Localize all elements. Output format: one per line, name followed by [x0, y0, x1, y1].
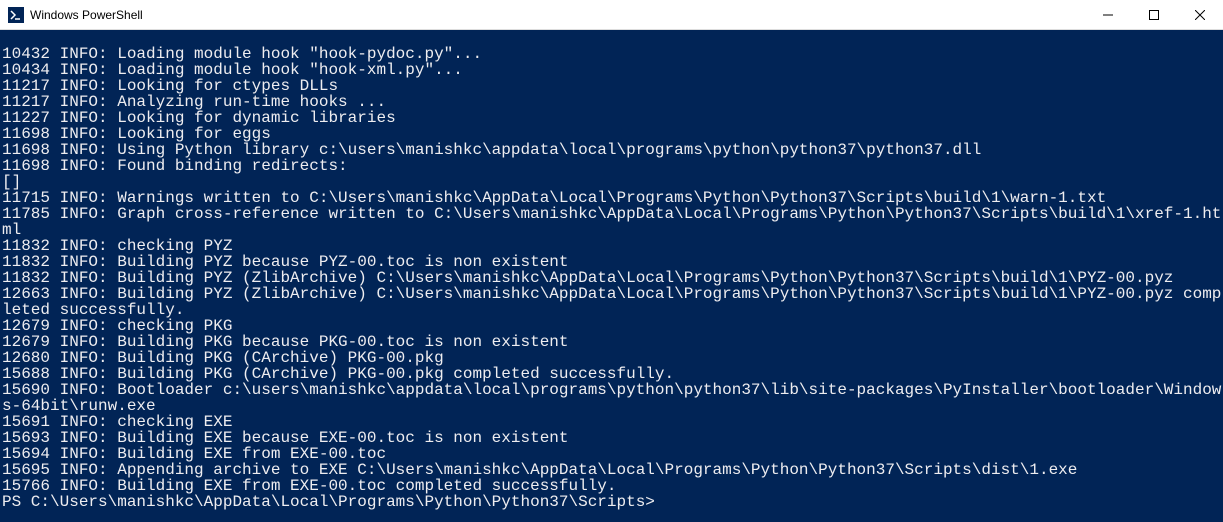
terminal-line: 11785 INFO: Graph cross-reference writte… [2, 206, 1223, 238]
terminal-line: 12679 INFO: checking PKG [2, 318, 1223, 334]
prompt-line[interactable]: PS C:\Users\manishkc\AppData\Local\Progr… [2, 494, 1223, 510]
terminal-line: 12680 INFO: Building PKG (CArchive) PKG-… [2, 350, 1223, 366]
window-title: Windows PowerShell [30, 8, 1085, 22]
terminal-line: 11227 INFO: Looking for dynamic librarie… [2, 110, 1223, 126]
terminal-line: 12663 INFO: Building PYZ (ZlibArchive) C… [2, 286, 1223, 318]
close-button[interactable] [1177, 0, 1223, 29]
terminal-line: 15688 INFO: Building PKG (CArchive) PKG-… [2, 366, 1223, 382]
terminal-line: 12679 INFO: Building PKG because PKG-00.… [2, 334, 1223, 350]
terminal-line: 11698 INFO: Looking for eggs [2, 126, 1223, 142]
minimize-button[interactable] [1085, 0, 1131, 29]
maximize-button[interactable] [1131, 0, 1177, 29]
terminal-line: 11832 INFO: Building PYZ (ZlibArchive) C… [2, 270, 1223, 286]
terminal-line: 11832 INFO: Building PYZ because PYZ-00.… [2, 254, 1223, 270]
terminal-line: 11715 INFO: Warnings written to C:\Users… [2, 190, 1223, 206]
window-controls [1085, 0, 1223, 29]
window-titlebar: Windows PowerShell [0, 0, 1223, 30]
terminal-line: 15693 INFO: Building EXE because EXE-00.… [2, 430, 1223, 446]
terminal-line: 10434 INFO: Loading module hook "hook-xm… [2, 62, 1223, 78]
terminal-line: 15691 INFO: checking EXE [2, 414, 1223, 430]
terminal-output[interactable]: 10432 INFO: Loading module hook "hook-py… [0, 30, 1223, 522]
terminal-line: [] [2, 174, 1223, 190]
terminal-line: 11217 INFO: Looking for ctypes DLLs [2, 78, 1223, 94]
terminal-line: 11698 INFO: Found binding redirects: [2, 158, 1223, 174]
terminal-line: 10432 INFO: Loading module hook "hook-py… [2, 46, 1223, 62]
terminal-line: 15695 INFO: Appending archive to EXE C:\… [2, 462, 1223, 478]
terminal-line: 15766 INFO: Building EXE from EXE-00.toc… [2, 478, 1223, 494]
terminal-line: 11217 INFO: Analyzing run-time hooks ... [2, 94, 1223, 110]
terminal-line: 15690 INFO: Bootloader c:\users\manishkc… [2, 382, 1223, 414]
terminal-line: 11698 INFO: Using Python library c:\user… [2, 142, 1223, 158]
terminal-line: 11832 INFO: checking PYZ [2, 238, 1223, 254]
terminal-line: 15694 INFO: Building EXE from EXE-00.toc [2, 446, 1223, 462]
powershell-icon [8, 7, 24, 23]
